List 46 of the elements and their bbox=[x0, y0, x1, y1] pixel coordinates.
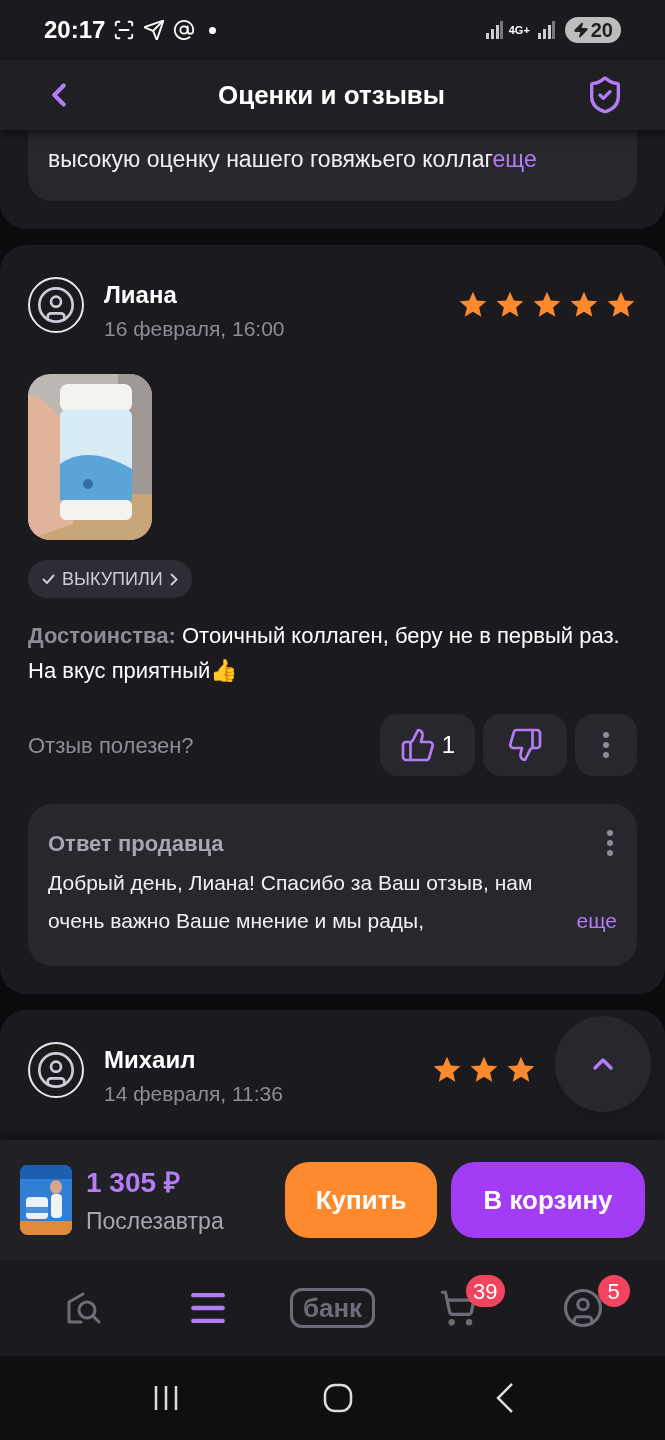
reply-text: высокую оценку нашего говяжьего коллаг bbox=[48, 146, 493, 172]
author-name: Лиана bbox=[104, 279, 178, 310]
review-text: Достоинства: Отоичный коллаген, беру не в первый раз. На вкус приятный👍 bbox=[28, 622, 621, 685]
thumbs-up-icon bbox=[399, 727, 436, 763]
buy-button[interactable]: Купить bbox=[285, 1162, 437, 1238]
more-link[interactable]: еще bbox=[492, 146, 537, 172]
back-icon bbox=[495, 1382, 514, 1414]
review-date: 14 февраля, 11:36 bbox=[104, 1081, 283, 1107]
tab-bar-item[interactable]: 5 bbox=[527, 1273, 638, 1343]
bank-logo: банк bbox=[289, 1288, 376, 1328]
avatar-icon bbox=[28, 1042, 84, 1098]
send-icon bbox=[143, 19, 166, 41]
delivery-date: Послезавтра bbox=[86, 1206, 225, 1236]
tab-bar-item[interactable]: банк bbox=[277, 1273, 388, 1343]
check-icon bbox=[42, 574, 55, 584]
home-icon bbox=[322, 1383, 353, 1413]
add-to-cart-button[interactable]: В корзину bbox=[451, 1162, 645, 1238]
purchased-badge[interactable]: ВЫКУПИЛИ bbox=[28, 560, 192, 598]
more-icon bbox=[603, 732, 609, 758]
count-badge: 5 bbox=[597, 1275, 630, 1307]
at-icon bbox=[173, 19, 196, 41]
author-name: Михаил bbox=[104, 1045, 197, 1075]
chevron-right-icon bbox=[169, 572, 178, 586]
more-link[interactable]: еще bbox=[576, 902, 617, 940]
avatar-icon bbox=[28, 276, 84, 333]
like-button[interactable]: 1 bbox=[379, 714, 475, 776]
thumbs-down-icon bbox=[507, 727, 543, 763]
status-time: 20:17 bbox=[44, 15, 106, 45]
profile-icon bbox=[561, 1287, 604, 1329]
more-icon bbox=[607, 830, 613, 856]
charging-icon bbox=[572, 22, 589, 38]
reply-text: Добрый день, Лиана! Спасибо за Ваш отзыв, нам очень важно Ваше мнение и мы рады, bbox=[48, 870, 534, 934]
signal-icon bbox=[484, 21, 503, 39]
product-price: 1 305 ₽ bbox=[86, 1165, 181, 1200]
helpful-question: Отзыв полезен? bbox=[28, 731, 195, 760]
count-badge: 39 bbox=[466, 1275, 505, 1307]
more-options-button[interactable] bbox=[575, 714, 637, 776]
screenshot-icon bbox=[113, 19, 136, 41]
signal-icon bbox=[536, 21, 555, 39]
review-date: 16 февраля, 16:00 bbox=[104, 315, 285, 342]
tab-bar-item[interactable]: 39 bbox=[402, 1273, 513, 1343]
battery-indicator: 20 bbox=[564, 17, 621, 43]
reply-title: Ответ продавца bbox=[48, 829, 224, 858]
page-title: Оценки и отзывы bbox=[217, 78, 446, 112]
network-type: 4G+ bbox=[508, 24, 531, 36]
dislike-button[interactable] bbox=[483, 714, 567, 776]
